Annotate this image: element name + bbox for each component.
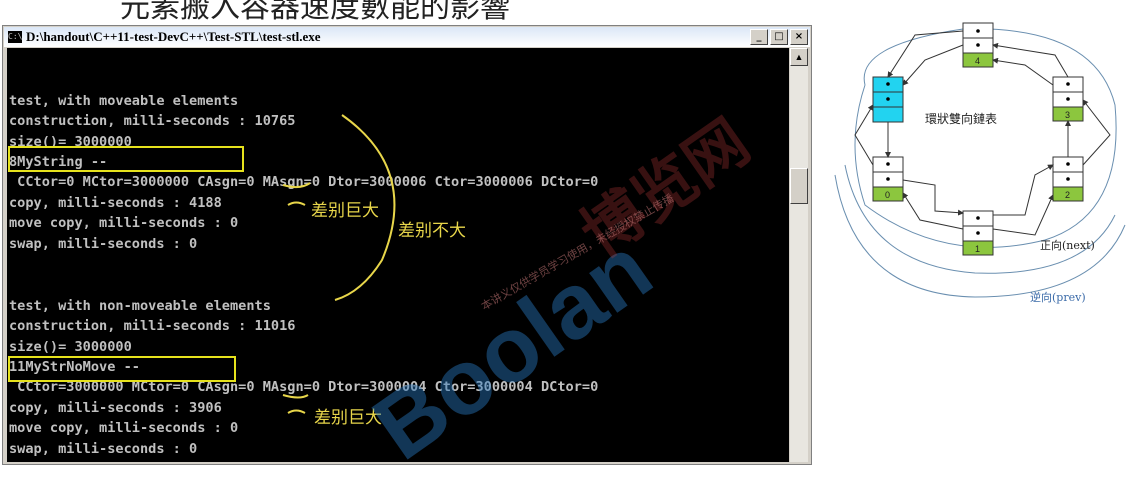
node-0: 0 [872,156,904,202]
node-2: 2 [1052,156,1084,202]
arrow-curve-1 [282,182,311,189]
node-2-label: 2 [1065,190,1070,200]
arrow-curve-4 [287,409,306,414]
forward-label: 正向(next) [1040,239,1095,252]
annotation-small-diff: 差别不大 [398,221,466,241]
annotation-big-diff-1: 差别巨大 [311,201,379,221]
backward-label: 逆向(prev) [1030,291,1086,304]
arrow-curve-2 [287,201,306,206]
node-1: 1 [962,210,994,256]
arrow-curve-3 [282,394,309,399]
diagram-svg: 4 3 0 2 1 [834,22,1126,298]
node-1-label: 1 [975,244,980,254]
node-3: 3 [1052,76,1084,122]
node-0-label: 0 [885,190,890,200]
circular-list-diagram: 4 3 0 2 1 環狀雙向鏈表 正向(next) 逆向(prev) [825,15,1140,315]
node-3-label: 3 [1065,110,1070,120]
diagram-center-label: 環狀雙向鏈表 [925,112,998,126]
node-4-label: 4 [975,56,980,66]
node-4: 4 [962,22,994,68]
node-head [872,76,904,123]
